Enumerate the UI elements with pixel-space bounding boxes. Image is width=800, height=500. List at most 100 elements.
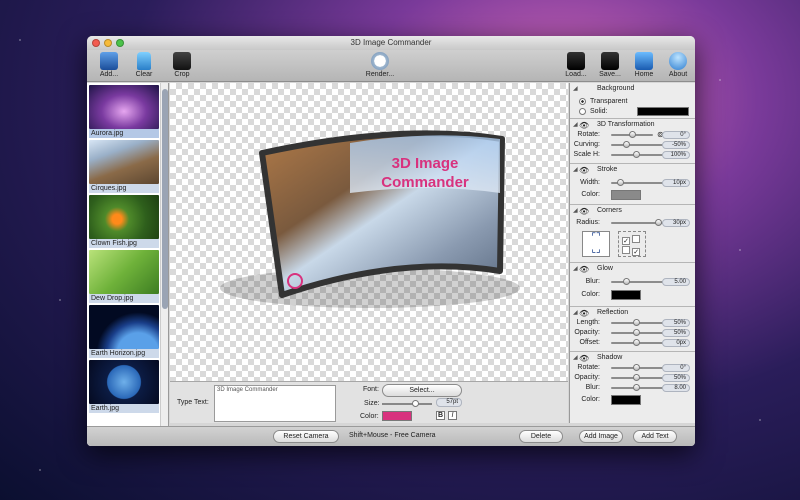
select-font-button[interactable]: Select... (382, 384, 462, 397)
transparent-option[interactable]: Transparent (573, 97, 692, 107)
size-slider-thumb[interactable] (412, 400, 419, 407)
slider-thumb[interactable] (633, 339, 640, 346)
corner-bottom-left-checkbox[interactable] (622, 246, 630, 254)
shadow-opacity-slider[interactable] (611, 374, 663, 381)
shadow-blur-value[interactable]: 8.00 (662, 384, 690, 392)
shadow-rotate-slider[interactable] (611, 364, 663, 371)
home-button[interactable]: Home (627, 52, 661, 78)
slider-thumb[interactable] (623, 141, 630, 148)
slider-thumb[interactable] (633, 364, 640, 371)
reflection-opacity-slider[interactable] (611, 329, 663, 336)
save-button[interactable]: Save... (593, 52, 627, 78)
slider-thumb[interactable] (633, 374, 640, 381)
list-item[interactable]: Cirques.jpg (89, 140, 159, 193)
delete-button[interactable]: Delete (519, 430, 563, 443)
slider-thumb[interactable] (617, 179, 624, 186)
close-window-button[interactable] (92, 39, 100, 47)
width-value[interactable]: 10px (662, 179, 690, 187)
list-item[interactable]: Earth Horizon.jpg (89, 305, 159, 358)
offset-slider[interactable] (611, 339, 663, 346)
shadow-blur-slider[interactable] (611, 384, 663, 391)
thumbnail-image (89, 195, 159, 239)
radius-value[interactable]: 30px (662, 219, 690, 227)
glow-color-swatch[interactable] (611, 290, 641, 300)
section-header[interactable]: ◢ 👁 Shadow (573, 353, 692, 363)
section-header[interactable]: ◢ 👁 Reflection (573, 308, 692, 318)
stroke-color-swatch[interactable] (611, 190, 641, 200)
overlay-text-line2[interactable]: Commander (381, 174, 469, 191)
section-header[interactable]: ◢ Background (573, 84, 692, 94)
image-list-scrollbar[interactable] (160, 83, 168, 446)
glow-blur-value[interactable]: 5.00 (662, 278, 690, 286)
visibility-eye-icon[interactable]: 👁 (579, 207, 589, 217)
slider-thumb[interactable] (655, 219, 662, 226)
slider-thumb[interactable] (633, 319, 640, 326)
italic-toggle[interactable]: I (448, 411, 457, 420)
thumbnail-image (89, 85, 159, 129)
scrollbar-thumb[interactable] (162, 89, 168, 309)
corner-style-icon[interactable]: ⌜⌝ ⌞⌟ (582, 231, 610, 257)
list-item-label: Dew Drop.jpg (89, 294, 159, 303)
curving-value[interactable]: -50% (662, 141, 690, 149)
glow-blur-slider[interactable] (611, 278, 663, 285)
list-item[interactable]: Clown Fish.jpg (89, 195, 159, 248)
size-slider[interactable] (382, 400, 432, 407)
solid-label: Solid: (590, 108, 608, 115)
add-image-button[interactable]: Add Image (579, 430, 623, 443)
solid-option[interactable]: Solid: (573, 107, 692, 117)
clear-button[interactable]: Clear (127, 52, 161, 78)
list-item-label: Cirques.jpg (89, 184, 159, 193)
render-button[interactable]: Render... (363, 52, 397, 78)
preview-canvas[interactable]: 3D Image Commander (170, 83, 568, 381)
slider-thumb[interactable] (633, 151, 640, 158)
list-item[interactable]: Earth.jpg (89, 360, 159, 413)
corner-top-left-checkbox[interactable]: ✓ (622, 237, 630, 245)
load-button[interactable]: Load... (559, 52, 593, 78)
add-button[interactable]: Add... (92, 52, 126, 78)
save-label: Save... (599, 71, 621, 78)
scaleh-slider[interactable] (611, 151, 663, 158)
slider-thumb[interactable] (629, 131, 636, 138)
shadow-opacity-value[interactable]: 50% (662, 374, 690, 382)
overlay-text-line1[interactable]: 3D Image (392, 155, 459, 172)
section-header[interactable]: ◢ 👁 Glow (573, 264, 692, 274)
length-value[interactable]: 50% (662, 319, 690, 327)
corner-bottom-right-checkbox[interactable]: ✓ (632, 248, 641, 256)
crop-button[interactable]: Crop (165, 52, 199, 78)
corner-top-right-checkbox[interactable] (632, 235, 641, 243)
rotate-slider[interactable] (611, 131, 653, 138)
rotate-value[interactable]: 0° (662, 131, 690, 139)
shadow-rotate-value[interactable]: 0° (662, 364, 690, 372)
visibility-eye-icon[interactable]: 👁 (579, 166, 589, 176)
size-value[interactable]: 57pt (436, 398, 462, 407)
reflection-opacity-value[interactable]: 50% (662, 329, 690, 337)
text-color-swatch[interactable] (382, 411, 412, 421)
curving-slider[interactable] (611, 141, 663, 148)
radio-selected-icon[interactable] (579, 98, 586, 105)
offset-value[interactable]: 0px (662, 339, 690, 347)
length-slider[interactable] (611, 319, 663, 326)
about-button[interactable]: About (661, 52, 695, 78)
list-item[interactable]: Aurora.jpg (89, 85, 159, 138)
minimize-window-button[interactable] (104, 39, 112, 47)
section-header[interactable]: ◢ 👁 Stroke (573, 165, 692, 175)
section-header[interactable]: ◢ 👁 Corners (573, 206, 692, 216)
bold-toggle[interactable]: B (436, 411, 445, 420)
radio-unselected-icon[interactable] (579, 108, 586, 115)
visibility-eye-icon[interactable]: 👁 (579, 265, 589, 275)
radius-slider[interactable] (611, 219, 663, 226)
add-text-button[interactable]: Add Text (633, 430, 677, 443)
slider-thumb[interactable] (633, 329, 640, 336)
reset-camera-button[interactable]: Reset Camera (273, 430, 339, 443)
shadow-color-swatch[interactable] (611, 395, 641, 405)
scaleh-value[interactable]: 100% (662, 151, 690, 159)
list-item[interactable]: Dew Drop.jpg (89, 250, 159, 303)
solid-color-swatch[interactable] (637, 107, 689, 116)
width-slider[interactable] (611, 179, 663, 186)
slider-thumb[interactable] (633, 384, 640, 391)
zoom-window-button[interactable] (116, 39, 124, 47)
properties-panel: ◢ Background Transparent Solid: ◢ 👁 3D Tran… (569, 83, 695, 423)
type-text-input[interactable]: 3D Image Commander (214, 385, 336, 422)
section-header[interactable]: ◢ 👁 3D Transformation (573, 120, 692, 130)
slider-thumb[interactable] (623, 278, 630, 285)
